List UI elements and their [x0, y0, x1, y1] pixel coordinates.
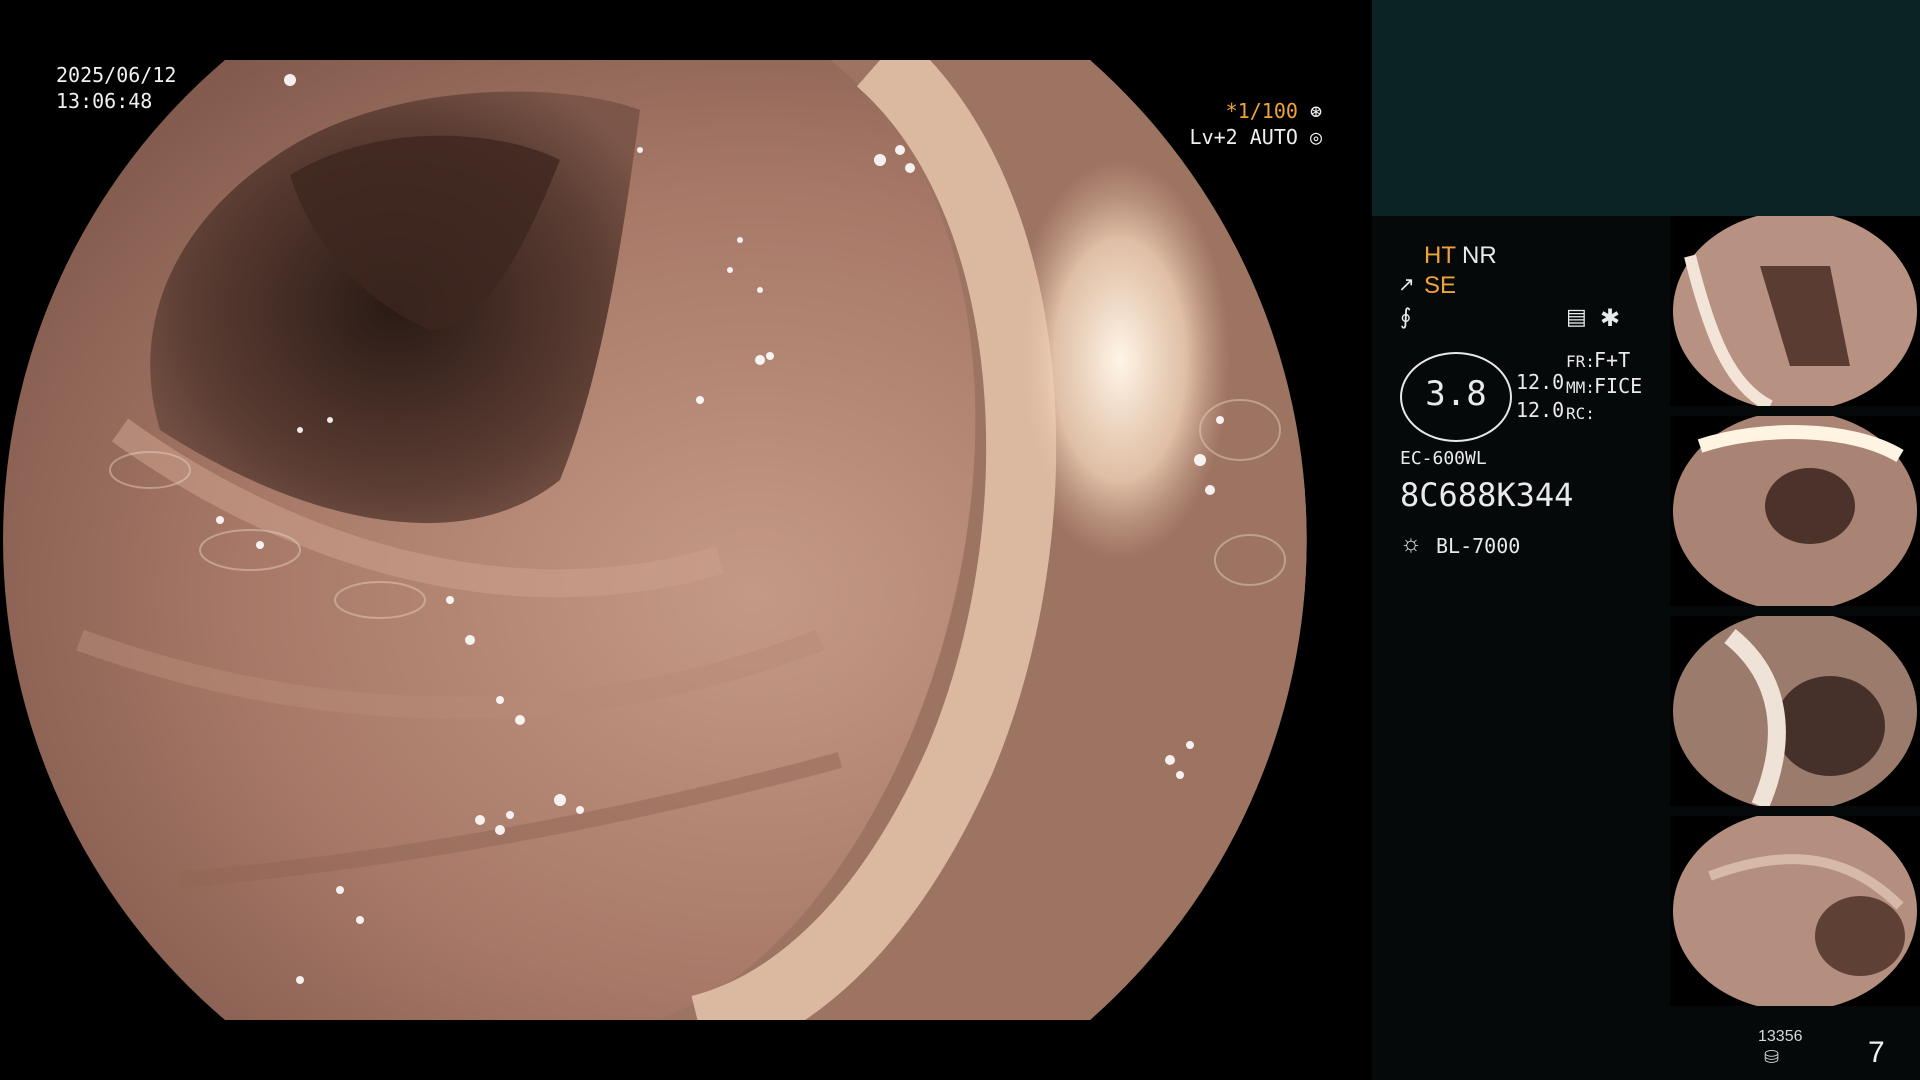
mode-se: SE: [1424, 272, 1457, 299]
side-panel: HT NR ↗ SE ∮ ▤ ✱ 3.8 12.0 12.0 FR: F+T M…: [1372, 0, 1920, 1080]
thumbnail-image: [1673, 216, 1917, 406]
light-bulb-icon: ☼: [1400, 530, 1422, 557]
mode-ht: HT: [1424, 242, 1456, 269]
processor-info: HT NR ↗ SE ∮ ▤ ✱ 3.8 12.0 12.0 FR: F+T M…: [1372, 216, 1672, 1080]
mode-nr: NR: [1462, 242, 1497, 269]
datetime-display: 2025/06/12 13:06:48: [56, 62, 176, 114]
time-label: 13:06:48: [56, 89, 153, 113]
magnification-badge: 3.8: [1400, 352, 1512, 442]
scope-serial: 8C688K344: [1400, 476, 1574, 514]
endoscope-view: 2025/06/12 13:06:48 *1/100 ⊛ Lv+2 AUTO ◎: [0, 0, 1372, 1080]
shutter-gear-icon: ⊛: [1309, 99, 1322, 123]
thumbnail-image: [1673, 816, 1917, 1006]
thumbnail-image: [1673, 416, 1917, 606]
page-number: 7: [1868, 1036, 1885, 1069]
exposure-level: Lv+2 AUTO: [1189, 125, 1298, 149]
scope-model: EC-600WL: [1400, 448, 1487, 469]
capture-thumbnails: [1670, 216, 1920, 1016]
structure-enhance-icon: ↗: [1398, 274, 1415, 296]
mm-value: FICE: [1594, 374, 1643, 398]
fr-value: F+T: [1594, 348, 1631, 372]
mm-label: MM:: [1566, 378, 1595, 397]
frequency-icon: ∮: [1400, 304, 1412, 329]
auto-iris-icon: ◎: [1309, 125, 1322, 149]
thumbnail-3[interactable]: [1670, 616, 1920, 806]
fr-label: FR:: [1566, 352, 1595, 371]
thumbnail-2[interactable]: [1670, 416, 1920, 606]
magnification-value: 3.8: [1425, 374, 1487, 414]
light-source: BL-7000: [1436, 534, 1521, 558]
list-icon: ▤: [1566, 304, 1587, 329]
side-panel-header: [1372, 0, 1920, 216]
rc-label: RC:: [1566, 404, 1595, 423]
value-bottom: 12.0: [1516, 398, 1565, 422]
date-label: 2025/06/12: [56, 63, 177, 87]
thumbnail-4[interactable]: [1670, 816, 1920, 1006]
value-top: 12.0: [1516, 370, 1565, 394]
exposure-display: *1/100 ⊛ Lv+2 AUTO ◎: [1190, 98, 1322, 150]
endoscope-image: [3, 60, 1307, 1020]
shutter-speed: *1/100: [1225, 99, 1298, 123]
image-count: 13356: [1758, 1028, 1803, 1045]
thumbnail-image: [1673, 616, 1917, 806]
thumbnail-1[interactable]: [1670, 216, 1920, 406]
asterisk-icon: ✱: [1600, 305, 1621, 332]
storage-icon: ⛁: [1764, 1047, 1780, 1067]
